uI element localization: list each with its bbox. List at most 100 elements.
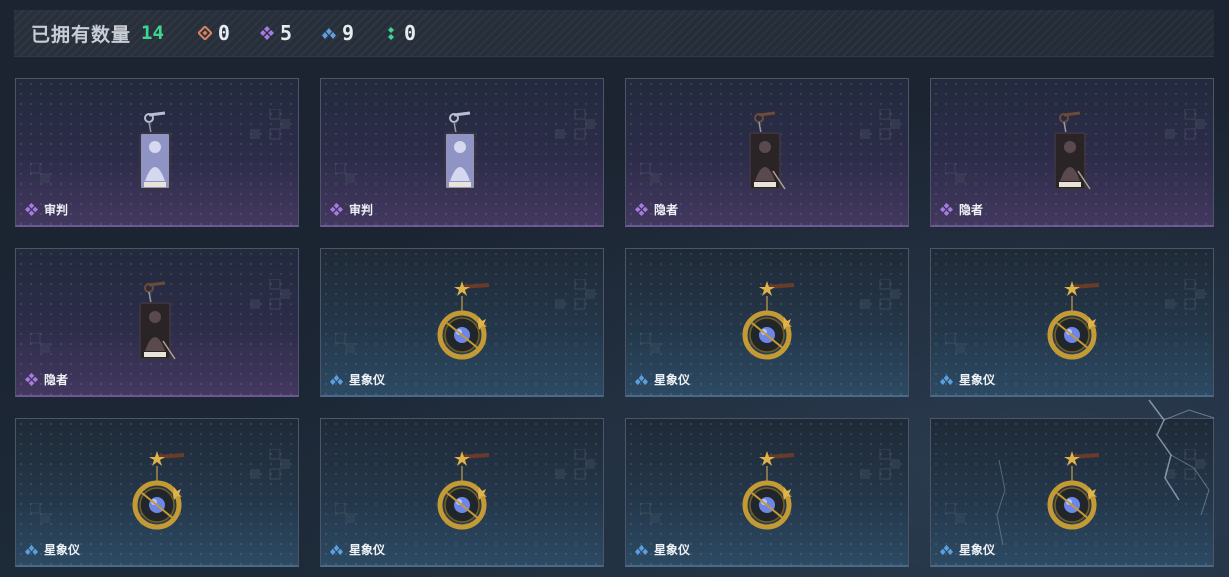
purple-rarity-icon	[25, 373, 38, 386]
astrolabe-charm-icon	[742, 281, 795, 360]
blue-count: 9	[342, 21, 355, 45]
grid-deco-icon	[335, 163, 355, 183]
item-label: 星象仪	[330, 371, 385, 388]
grid-deco-icon	[860, 449, 900, 480]
item-card[interactable]: 星象仪	[930, 418, 1214, 567]
grid-deco-icon	[555, 449, 595, 480]
grid-deco-icon	[30, 163, 50, 183]
grid-deco-icon	[945, 333, 965, 353]
item-grid: 审判 审判 隐者 隐者 隐者 星象仪 星象仪 星象仪 星象仪 星象仪 星象仪 星象仪	[15, 78, 1214, 567]
item-label: 隐者	[25, 371, 68, 388]
judgement-tarot-charm-icon	[444, 111, 476, 190]
item-name: 星象仪	[349, 543, 386, 557]
item-label: 星象仪	[635, 541, 690, 558]
grid-deco-icon	[335, 333, 355, 353]
grid-deco-icon	[945, 163, 965, 183]
item-label: 星象仪	[940, 371, 995, 388]
astrolabe-charm-icon	[437, 281, 490, 360]
grid-deco-icon	[30, 503, 50, 523]
item-name: 隐者	[654, 203, 679, 217]
grid-deco-icon	[640, 333, 660, 353]
purple-rarity-icon	[330, 203, 343, 216]
astrolabe-charm-icon	[1047, 281, 1100, 360]
item-name: 星象仪	[959, 373, 996, 387]
item-card[interactable]: 星象仪	[320, 418, 604, 567]
blue-rarity-icon	[25, 544, 38, 556]
item-label: 星象仪	[635, 371, 690, 388]
item-name: 隐者	[44, 373, 69, 387]
green-rarity-icon	[388, 27, 395, 40]
grid-deco-icon	[250, 449, 290, 480]
item-label: 审判	[25, 201, 68, 218]
orange-count: 0	[217, 21, 230, 45]
hermit-tarot-charm-icon	[749, 111, 786, 190]
item-card[interactable]: 隐者	[15, 248, 299, 397]
orange-rarity-icon	[197, 26, 212, 40]
stat-purple: 5	[259, 21, 292, 45]
item-name: 审判	[44, 203, 69, 217]
astrolabe-charm-icon	[1047, 451, 1100, 530]
grid-deco-icon	[555, 109, 595, 140]
grid-deco-icon	[555, 279, 595, 310]
stat-orange: 0	[197, 21, 230, 45]
item-card[interactable]: 星象仪	[625, 418, 909, 567]
item-name: 星象仪	[654, 373, 691, 387]
item-card[interactable]: 星象仪	[15, 418, 299, 567]
grid-deco-icon	[1165, 449, 1205, 480]
grid-deco-icon	[335, 503, 355, 523]
item-label: 星象仪	[940, 541, 995, 558]
stat-blue: 9	[322, 21, 354, 45]
item-label: 隐者	[940, 201, 983, 218]
blue-rarity-icon	[635, 544, 648, 556]
blue-rarity-icon	[940, 544, 953, 556]
item-card[interactable]: 星象仪	[320, 248, 604, 397]
astrolabe-charm-icon	[742, 451, 795, 530]
item-card[interactable]: 星象仪	[625, 248, 909, 397]
owned-summary-bar: 已拥有数量 14 0 5 9 0	[14, 10, 1214, 57]
judgement-tarot-charm-icon	[139, 111, 171, 190]
item-label: 隐者	[635, 201, 678, 218]
blue-rarity-icon	[940, 374, 953, 386]
blue-rarity-icon	[322, 28, 336, 39]
item-name: 星象仪	[349, 373, 386, 387]
item-card[interactable]: 审判	[15, 78, 299, 227]
item-name: 星象仪	[44, 543, 81, 557]
grid-deco-icon	[860, 279, 900, 310]
purple-rarity-icon	[635, 203, 648, 216]
item-card[interactable]: 审判	[320, 78, 604, 227]
astrolabe-charm-icon	[132, 451, 185, 530]
grid-deco-icon	[640, 503, 660, 523]
item-name: 星象仪	[959, 543, 996, 557]
item-name: 隐者	[959, 203, 984, 217]
grid-deco-icon	[1165, 279, 1205, 310]
purple-count: 5	[279, 21, 292, 45]
purple-rarity-icon	[25, 203, 38, 216]
blue-rarity-icon	[635, 374, 648, 386]
item-card[interactable]: 隐者	[930, 78, 1214, 227]
grid-deco-icon	[250, 279, 290, 310]
item-label: 星象仪	[25, 541, 80, 558]
item-label: 审判	[330, 201, 373, 218]
item-card[interactable]: 隐者	[625, 78, 909, 227]
blue-rarity-icon	[330, 544, 343, 556]
item-name: 星象仪	[654, 543, 691, 557]
purple-rarity-icon	[259, 26, 274, 40]
owned-label: 已拥有数量	[31, 23, 132, 46]
grid-deco-icon	[640, 163, 660, 183]
astrolabe-charm-icon	[437, 451, 490, 530]
item-card[interactable]: 星象仪	[930, 248, 1214, 397]
item-label: 星象仪	[330, 541, 385, 558]
purple-rarity-icon	[940, 203, 953, 216]
stat-green: 0	[384, 21, 416, 45]
grid-deco-icon	[1165, 109, 1205, 140]
grid-deco-icon	[860, 109, 900, 140]
hermit-tarot-charm-icon	[139, 281, 176, 360]
owned-count: 14	[141, 22, 164, 44]
collection-page: 已拥有数量 14 0 5 9 0 审判 审判 隐者 隐者 隐者 星象仪 星象仪 …	[0, 0, 1229, 577]
blue-rarity-icon	[330, 374, 343, 386]
green-count: 0	[404, 21, 417, 45]
hermit-tarot-charm-icon	[1054, 111, 1091, 190]
grid-deco-icon	[945, 503, 965, 523]
grid-deco-icon	[30, 333, 50, 353]
grid-deco-icon	[250, 109, 290, 140]
